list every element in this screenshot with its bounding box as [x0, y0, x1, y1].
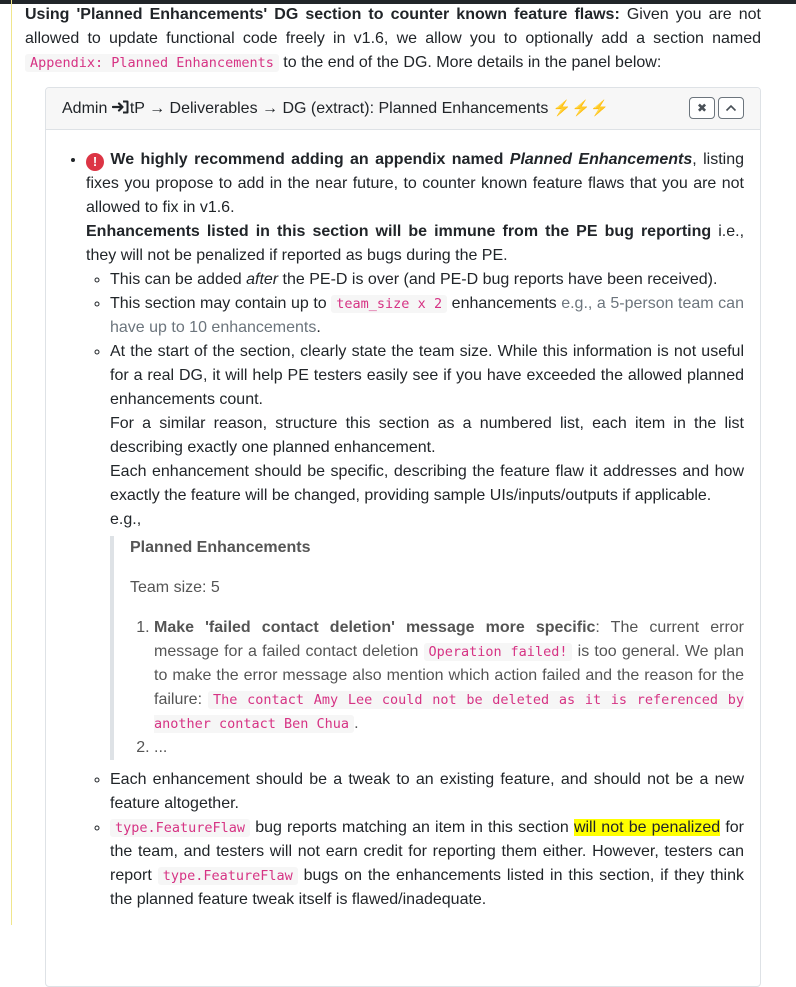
close-button[interactable]: ✖ [689, 97, 715, 119]
list-item: This section may contain up to team_size… [110, 292, 744, 340]
sign-in-icon [111, 100, 129, 113]
list-item: Make 'failed contact deletion' message m… [154, 616, 744, 736]
collapse-button[interactable] [718, 97, 744, 119]
panel-title: Admin tP → Deliverables → DG (extract): … [62, 99, 609, 117]
main-list: ! We highly recommend adding an appendix… [62, 148, 744, 912]
panel-body: ! We highly recommend adding an appendix… [46, 130, 760, 912]
sub-list: This can be added after the PE-D is over… [86, 268, 744, 912]
error-code: The contact Amy Lee could not be deleted… [154, 691, 744, 733]
list-item: ! We highly recommend adding an appendix… [86, 148, 744, 912]
list-item: ... [154, 736, 744, 760]
list-item: This can be added after the PE-D is over… [110, 268, 744, 292]
intro-heading: Using 'Planned Enhancements' DG section … [25, 6, 620, 23]
list-item: Each enhancement should be a tweak to an… [110, 768, 744, 816]
list-item: At the start of the section, clearly sta… [110, 340, 744, 760]
document-content: Using 'Planned Enhancements' DG section … [25, 3, 761, 987]
example-title: Planned Enhancements [130, 539, 311, 556]
appendix-code: Appendix: Planned Enhancements [25, 54, 279, 72]
dg-extract-panel: Admin tP → Deliverables → DG (extract): … [45, 87, 761, 987]
team-size-code: team_size x 2 [331, 295, 448, 313]
feature-flaw-code: type.FeatureFlaw [110, 819, 251, 837]
feature-flaw-code: type.FeatureFlaw [157, 867, 298, 885]
panel-buttons: ✖ [689, 97, 744, 119]
lightning-icon: ⚡⚡⚡ [552, 99, 609, 117]
example-blockquote: Planned Enhancements Team size: 5 Make '… [110, 536, 744, 760]
panel-header[interactable]: Admin tP → Deliverables → DG (extract): … [46, 88, 760, 130]
example-list: Make 'failed contact deletion' message m… [130, 616, 744, 760]
highlight: will not be penalized [573, 819, 721, 836]
left-margin-rule [11, 0, 12, 925]
intro-paragraph: Using 'Planned Enhancements' DG section … [25, 6, 761, 72]
exclamation-circle-icon: ! [86, 153, 104, 171]
list-item: type.FeatureFlaw bug reports matching an… [110, 816, 744, 912]
error-code: Operation failed! [423, 643, 573, 661]
example-team-size: Team size: 5 [130, 579, 220, 596]
chevron-up-icon [725, 104, 737, 112]
